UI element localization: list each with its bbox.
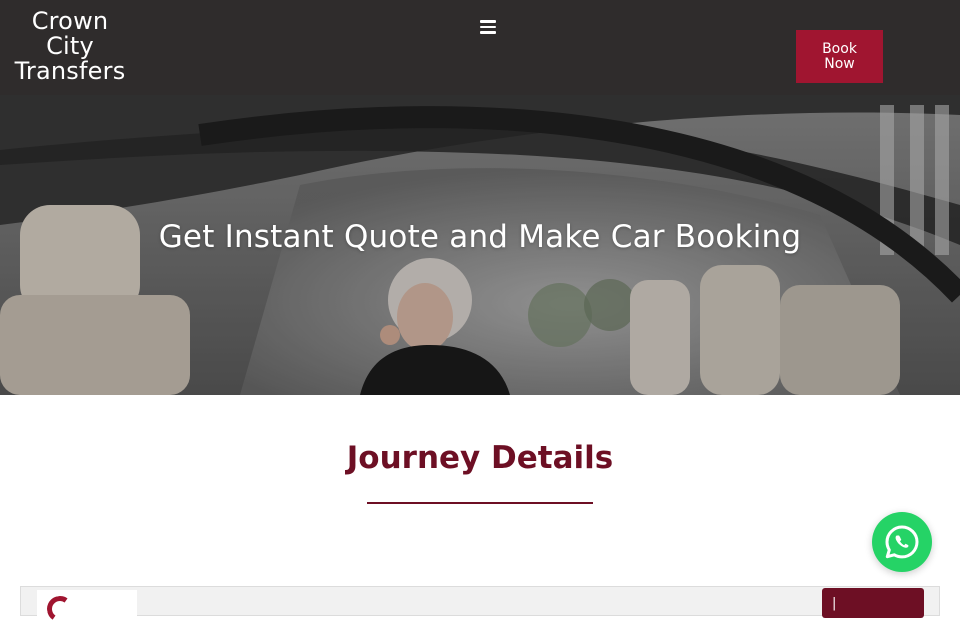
site-logo[interactable]: Crown City Transfers bbox=[10, 9, 130, 84]
hero-banner: Get Instant Quote and Make Car Booking bbox=[0, 95, 960, 395]
widget-logo bbox=[37, 590, 137, 624]
widget-action-button[interactable]: | bbox=[822, 588, 924, 618]
brand-mark-icon bbox=[44, 593, 76, 624]
book-now-button[interactable]: Book Now bbox=[796, 30, 883, 83]
site-header: Crown City Transfers Book Now bbox=[0, 0, 960, 95]
menu-toggle-button[interactable] bbox=[472, 11, 504, 43]
hero-title: Get Instant Quote and Make Car Booking bbox=[158, 219, 802, 255]
journey-details-title: Journey Details bbox=[346, 440, 614, 476]
section-divider bbox=[367, 502, 593, 504]
whatsapp-icon bbox=[885, 525, 919, 559]
booking-widget: | bbox=[20, 586, 940, 624]
hamburger-menu-icon bbox=[480, 20, 496, 34]
whatsapp-chat-button[interactable] bbox=[872, 512, 932, 572]
